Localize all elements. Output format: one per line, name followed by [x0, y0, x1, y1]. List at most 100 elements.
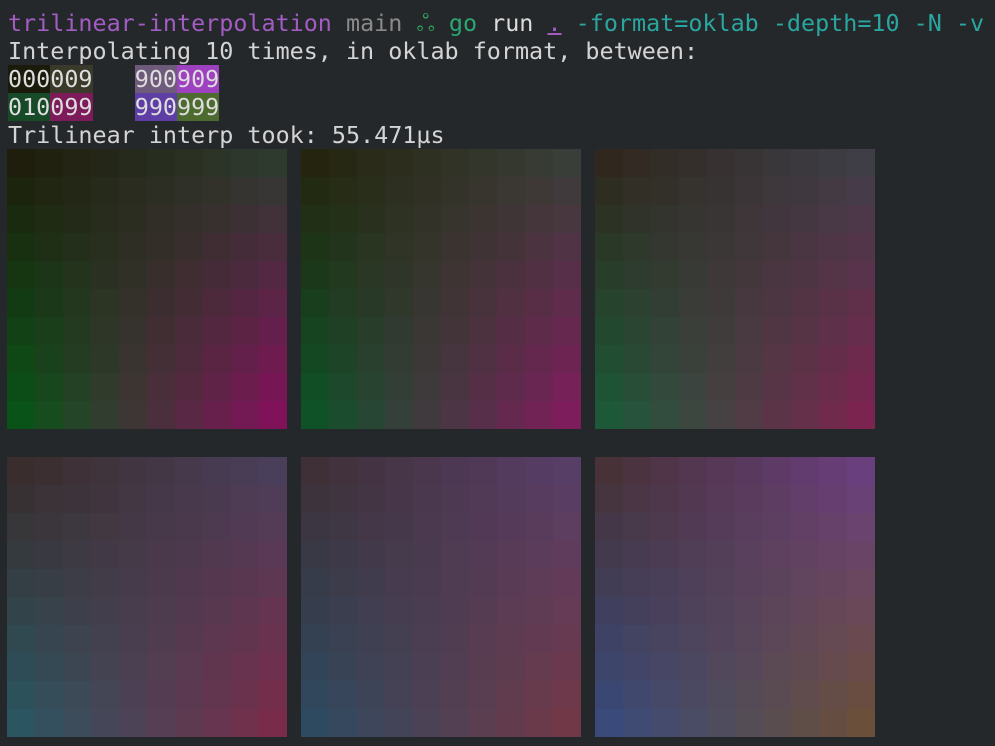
- color-cell: [147, 569, 175, 597]
- color-cell: [119, 233, 147, 261]
- color-cell: [819, 597, 847, 625]
- color-cell: [651, 345, 679, 373]
- color-cell: [175, 177, 203, 205]
- color-cell: [819, 149, 847, 177]
- color-cell: [735, 541, 763, 569]
- color-cell: [763, 317, 791, 345]
- color-cell: [469, 485, 497, 513]
- color-cell: [707, 597, 735, 625]
- color-cell: [735, 457, 763, 485]
- color-cell: [329, 681, 357, 709]
- color-cell: [385, 373, 413, 401]
- color-cell: [497, 177, 525, 205]
- color-cell: [301, 681, 329, 709]
- color-cell: [301, 289, 329, 317]
- color-cell: [735, 709, 763, 737]
- color-cell: [553, 205, 581, 233]
- color-cell: [651, 261, 679, 289]
- color-cell: [175, 149, 203, 177]
- color-cell: [35, 597, 63, 625]
- color-cell: [329, 345, 357, 373]
- color-cell: [147, 485, 175, 513]
- color-cell: [147, 709, 175, 737]
- color-cell: [357, 457, 385, 485]
- color-cell: [735, 485, 763, 513]
- color-cell: [707, 289, 735, 317]
- color-cell: [329, 625, 357, 653]
- color-cell: [441, 401, 469, 429]
- color-cell: [497, 205, 525, 233]
- color-cell: [441, 261, 469, 289]
- color-cell: [819, 345, 847, 373]
- color-cell: [147, 373, 175, 401]
- color-cell: [175, 625, 203, 653]
- color-cell: [623, 261, 651, 289]
- color-cell: [763, 709, 791, 737]
- color-cell: [847, 597, 875, 625]
- color-cell: [497, 653, 525, 681]
- corner-swatch: 900: [134, 65, 177, 93]
- color-cell: [147, 513, 175, 541]
- color-cell: [35, 177, 63, 205]
- color-cell: [35, 373, 63, 401]
- color-cell: [301, 149, 329, 177]
- color-cell: [175, 317, 203, 345]
- color-cell: [707, 485, 735, 513]
- color-cell: [707, 345, 735, 373]
- color-cell: [357, 597, 385, 625]
- color-cell: [847, 541, 875, 569]
- color-cell: [329, 457, 357, 485]
- color-cell: [553, 569, 581, 597]
- corner-swatch: 909: [177, 65, 220, 93]
- color-cell: [175, 205, 203, 233]
- corner-swatch: 009: [50, 65, 93, 93]
- color-cell: [175, 457, 203, 485]
- color-cell: [791, 541, 819, 569]
- color-cell: [203, 625, 231, 653]
- color-cell: [819, 569, 847, 597]
- color-cell: [385, 709, 413, 737]
- color-cell: [441, 653, 469, 681]
- color-cell: [497, 261, 525, 289]
- command-args: -format=oklab -depth=10 -N -v: [575, 9, 985, 37]
- color-cell: [497, 373, 525, 401]
- color-cell: [91, 681, 119, 709]
- color-cell: [469, 541, 497, 569]
- color-cell: [119, 653, 147, 681]
- color-cell: [357, 317, 385, 345]
- color-cell: [259, 401, 287, 429]
- color-cell: [175, 485, 203, 513]
- color-cell: [819, 401, 847, 429]
- color-cell: [735, 205, 763, 233]
- color-cell: [385, 681, 413, 709]
- color-cell: [651, 625, 679, 653]
- color-cell: [595, 261, 623, 289]
- color-cell: [497, 485, 525, 513]
- color-cell: [441, 345, 469, 373]
- color-cell: [385, 345, 413, 373]
- color-cell: [651, 233, 679, 261]
- color-cell: [119, 401, 147, 429]
- color-cell: [735, 597, 763, 625]
- color-cell: [231, 709, 259, 737]
- color-cell: [623, 625, 651, 653]
- color-cell: [679, 569, 707, 597]
- color-cell: [259, 345, 287, 373]
- color-cell: [147, 401, 175, 429]
- color-cell: [595, 373, 623, 401]
- color-cell: [525, 653, 553, 681]
- color-cell: [735, 569, 763, 597]
- color-cell: [847, 233, 875, 261]
- color-cell: [735, 681, 763, 709]
- color-cell: [329, 149, 357, 177]
- color-cell: [623, 177, 651, 205]
- color-cell: [595, 149, 623, 177]
- color-cell: [119, 625, 147, 653]
- color-cell: [413, 653, 441, 681]
- color-cell: [7, 177, 35, 205]
- color-cell: [259, 625, 287, 653]
- color-cell: [413, 233, 441, 261]
- color-cell: [7, 457, 35, 485]
- color-cell: [231, 233, 259, 261]
- color-cell: [63, 205, 91, 233]
